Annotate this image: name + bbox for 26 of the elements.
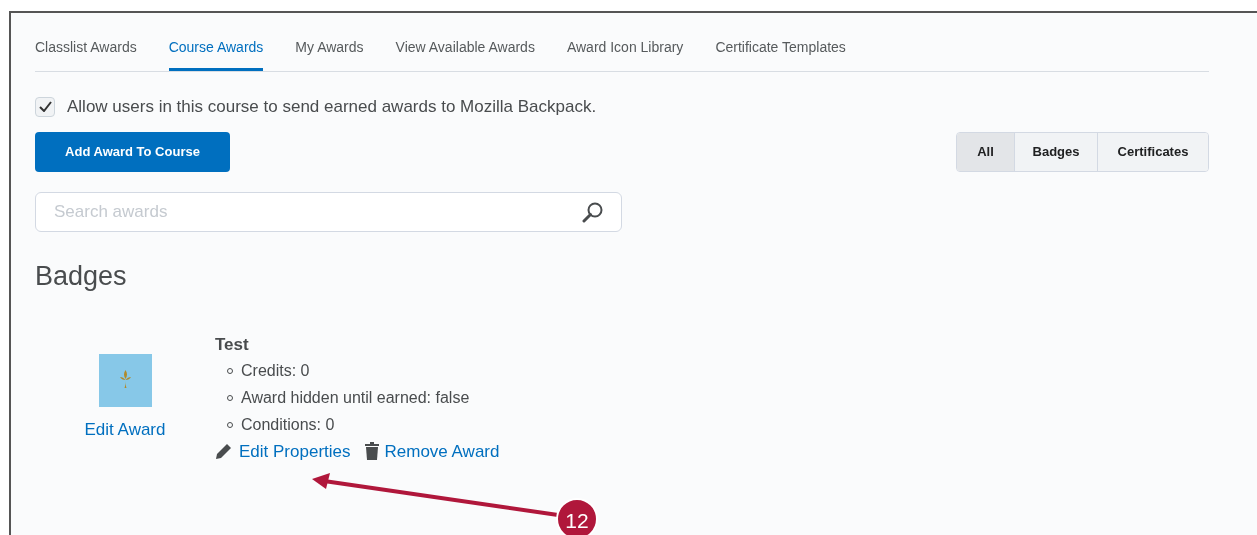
checkmark-icon bbox=[38, 101, 52, 113]
tab[interactable]: Course Awards bbox=[168, 37, 264, 71]
filter-button[interactable]: All bbox=[957, 132, 1014, 171]
checkbox-label: Allow users in this course to send earned awards to Mozilla Backpack. bbox=[67, 96, 597, 118]
section-heading: Badges bbox=[35, 259, 127, 293]
tab[interactable]: Certificate Templates bbox=[715, 37, 846, 71]
award-detail: Award hidden until earned: false bbox=[241, 388, 470, 408]
award-detail: Conditions: 0 bbox=[241, 415, 335, 435]
tab[interactable]: View Available Awards bbox=[395, 37, 535, 71]
checkbox[interactable] bbox=[35, 96, 55, 117]
pencil-icon bbox=[215, 442, 233, 461]
filter-button[interactable]: Certificates bbox=[1097, 132, 1208, 171]
search-field[interactable]: Search awards bbox=[35, 191, 622, 232]
trash-icon bbox=[364, 442, 379, 461]
add-award-button[interactable]: Add Award To Course bbox=[35, 131, 230, 172]
tab[interactable]: Award Icon Library bbox=[566, 37, 684, 71]
filter-button[interactable]: Badges bbox=[1014, 132, 1097, 171]
badge-icon bbox=[98, 354, 152, 407]
edit-award-link[interactable]: Edit Award bbox=[84, 417, 166, 443]
award-detail: Credits: 0 bbox=[241, 361, 310, 381]
edit-properties-link[interactable]: Edit Properties bbox=[239, 438, 351, 464]
remove-award-link[interactable]: Remove Award bbox=[384, 438, 500, 464]
search-icon[interactable] bbox=[582, 200, 604, 223]
tab[interactable]: Classlist Awards bbox=[35, 37, 137, 71]
tab[interactable]: My Awards bbox=[295, 37, 364, 71]
award-name: Test bbox=[215, 334, 250, 356]
